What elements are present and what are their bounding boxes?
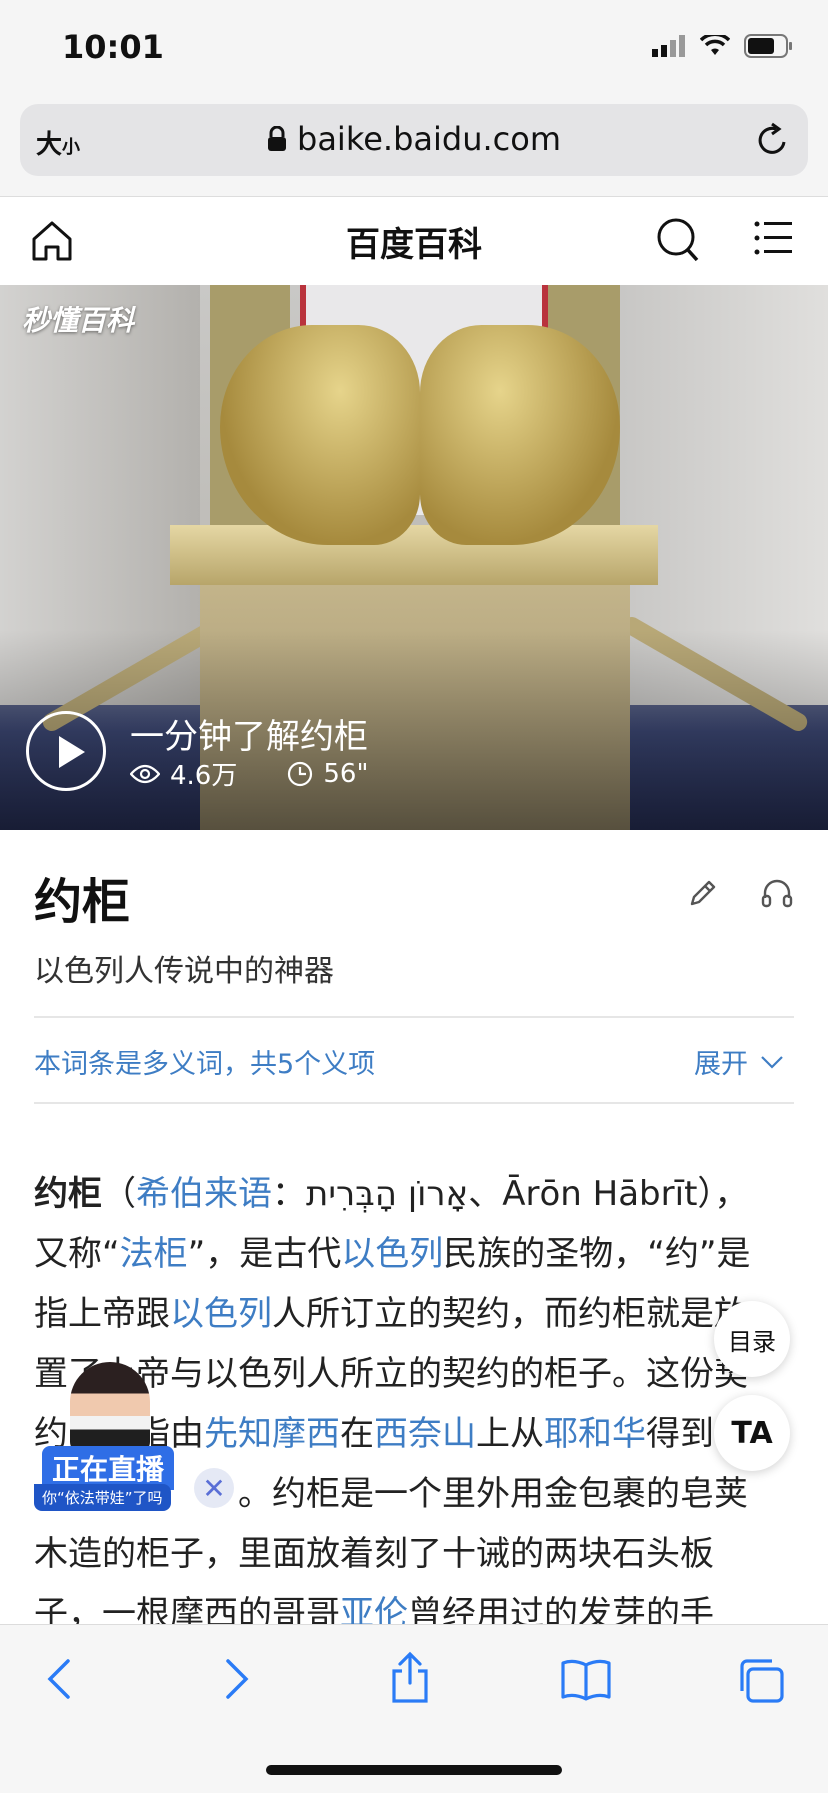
tabs-icon[interactable] [736, 1657, 786, 1705]
live-stream-widget[interactable]: 正在直播 你“依法带娃”了吗 ✕ [34, 1362, 244, 1512]
link-sinai[interactable]: 西奈山 [374, 1414, 476, 1454]
video-logo: 秒懂百科 [22, 304, 135, 337]
url-display[interactable]: baike.baidu.com [20, 120, 808, 158]
video-overlay [0, 630, 828, 830]
status-time: 10:01 [62, 28, 164, 66]
entry-title: 约柜 [34, 874, 131, 930]
body-text: 指上帝跟 [34, 1294, 170, 1334]
close-icon[interactable]: ✕ [194, 1468, 234, 1508]
polysemy-notice[interactable]: 本词条是多义词，共5个义项 [34, 1042, 375, 1081]
body-line: 木造的柜子，里面放着刻了十诫的两块石头板 [34, 1524, 794, 1584]
body-text: 人所订立的契约，而约柜就是放 [272, 1294, 748, 1334]
home-indicator [266, 1765, 562, 1775]
share-icon[interactable] [388, 1651, 432, 1703]
ta-button[interactable]: TA [714, 1395, 790, 1471]
body-text: （ [102, 1174, 136, 1214]
divider [34, 1016, 794, 1018]
search-icon[interactable] [656, 217, 700, 263]
back-icon[interactable] [44, 1657, 74, 1701]
link-israel[interactable]: 以色列 [341, 1234, 443, 1274]
headphones-icon[interactable] [760, 876, 794, 910]
link-hebrew[interactable]: 希伯来语 [136, 1174, 272, 1214]
ark-lid [170, 525, 658, 585]
body-text: 木造的柜子，里面放着刻了十诫的两块石头板 [34, 1534, 714, 1574]
video-player[interactable]: 秒懂百科 一分钟了解约柜 4.6万 56" [0, 285, 828, 830]
lock-icon [268, 126, 286, 151]
bookmarks-icon[interactable] [560, 1657, 612, 1701]
video-meta: 4.6万 56" [130, 755, 368, 792]
link-fagui[interactable]: 法柜 [120, 1234, 188, 1274]
expand-button[interactable]: 展开 [694, 1042, 784, 1081]
reload-icon[interactable] [756, 122, 790, 158]
body-text: 又称“ [34, 1234, 120, 1274]
term-bold: 约柜 [34, 1174, 102, 1214]
entry-subtitle: 以色列人传说中的神器 [34, 954, 334, 989]
video-views: 4.6万 [170, 761, 238, 791]
site-title[interactable]: 百度百科 [0, 217, 828, 266]
browser-toolbar [0, 1624, 828, 1793]
body-line: 又称“法柜”，是古代以色列民族的圣物，“约”是 [34, 1224, 794, 1284]
forward-icon[interactable] [222, 1657, 252, 1701]
chevron-down-icon [761, 1055, 783, 1069]
wifi-icon [700, 35, 730, 55]
status-bar: 10:01 [0, 0, 828, 100]
menu-icon[interactable] [754, 219, 794, 259]
body-text: 得到 [646, 1414, 714, 1454]
live-subtitle[interactable]: 你“依法带娃”了吗 [34, 1484, 171, 1511]
signal-icon [652, 35, 685, 57]
link-israel[interactable]: 以色列 [170, 1294, 272, 1334]
status-icons [652, 34, 794, 58]
divider [34, 1102, 794, 1104]
body-line: 约柜（希伯来语：אָרוֹן הָבְּרִית、Ārōn Hābrīt）， [34, 1164, 794, 1224]
play-button[interactable] [26, 711, 106, 791]
clock-icon [288, 761, 313, 786]
video-duration: 56" [323, 758, 369, 789]
expand-label: 展开 [694, 1049, 748, 1080]
link-yahweh[interactable]: 耶和华 [544, 1414, 646, 1454]
body-text: 上从 [476, 1414, 544, 1454]
body-text: 民族的圣物，“约”是 [443, 1234, 751, 1274]
body-text: ：אָרוֹן הָבְּרִית、Ārōn Hābrīt）， [272, 1174, 749, 1214]
live-host-avatar[interactable] [70, 1362, 150, 1452]
edit-icon[interactable] [686, 876, 720, 910]
body-text: ”，是古代 [187, 1234, 342, 1274]
video-title[interactable]: 一分钟了解约柜 [130, 709, 368, 758]
eye-icon [130, 764, 160, 783]
battery-icon [744, 34, 792, 58]
browser-url-bar: 大小 baike.baidu.com [0, 100, 828, 197]
toc-button[interactable]: 目录 [714, 1301, 790, 1377]
url-text: baike.baidu.com [297, 120, 561, 158]
site-header: 百度百科 [0, 197, 828, 286]
body-text: 在 [340, 1414, 374, 1454]
body-line: 指上帝跟以色列人所订立的契约，而约柜就是放 [34, 1284, 794, 1344]
address-field[interactable]: 大小 baike.baidu.com [20, 104, 808, 176]
